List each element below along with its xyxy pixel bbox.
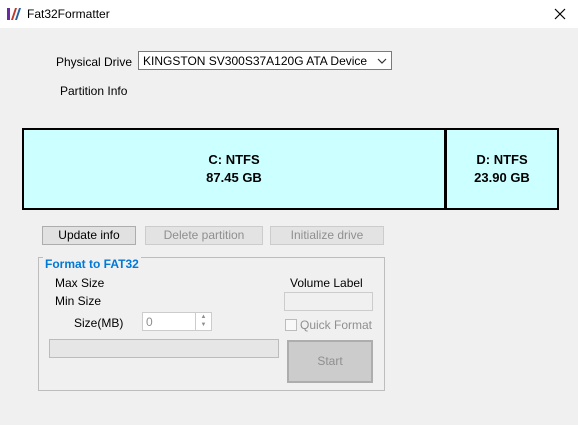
stepper-up-icon[interactable]: ▲	[196, 313, 211, 321]
stepper-arrows[interactable]: ▲ ▼	[195, 313, 211, 330]
close-button[interactable]	[545, 2, 575, 26]
app-icon	[7, 8, 21, 20]
size-mb-stepper[interactable]: 0 ▲ ▼	[142, 312, 212, 331]
physical-drive-select[interactable]: KINGSTON SV300S37A120G ATA Device	[138, 51, 392, 70]
partition-c[interactable]: C: NTFS 87.45 GB	[24, 130, 444, 208]
quick-format-checkbox[interactable]	[285, 319, 297, 331]
delete-partition-button[interactable]: Delete partition	[145, 226, 263, 245]
max-size-label: Max Size	[55, 276, 105, 290]
min-size-label: Min Size	[55, 294, 102, 308]
partition-c-name: C: NTFS	[208, 152, 260, 167]
close-icon	[554, 8, 566, 20]
partition-c-size: 87.45 GB	[206, 170, 262, 185]
partition-map: C: NTFS 87.45 GB D: NTFS 23.90 GB	[22, 128, 559, 210]
format-group-title: Format to FAT32	[43, 257, 141, 271]
chevron-down-icon	[377, 58, 387, 64]
stepper-down-icon[interactable]: ▼	[196, 321, 211, 329]
size-mb-value: 0	[146, 315, 153, 329]
volume-label-label: Volume Label	[290, 276, 363, 290]
title-bar: Fat32Formatter	[0, 0, 578, 28]
quick-format-label: Quick Format	[300, 318, 373, 332]
format-progress-bar	[49, 339, 279, 358]
start-button[interactable]: Start	[287, 340, 373, 383]
partition-info-label: Partition Info	[60, 84, 128, 98]
physical-drive-value: KINGSTON SV300S37A120G ATA Device	[143, 54, 368, 68]
volume-label-input[interactable]	[284, 292, 373, 311]
partition-d-size: 23.90 GB	[474, 170, 530, 185]
partition-d[interactable]: D: NTFS 23.90 GB	[447, 130, 557, 208]
window-title: Fat32Formatter	[27, 7, 110, 21]
initialize-drive-button[interactable]: Initialize drive	[270, 226, 384, 245]
physical-drive-label: Physical Drive	[56, 55, 133, 69]
partition-d-name: D: NTFS	[476, 152, 528, 167]
size-mb-label: Size(MB)	[74, 316, 124, 330]
update-info-button[interactable]: Update info	[42, 226, 136, 245]
